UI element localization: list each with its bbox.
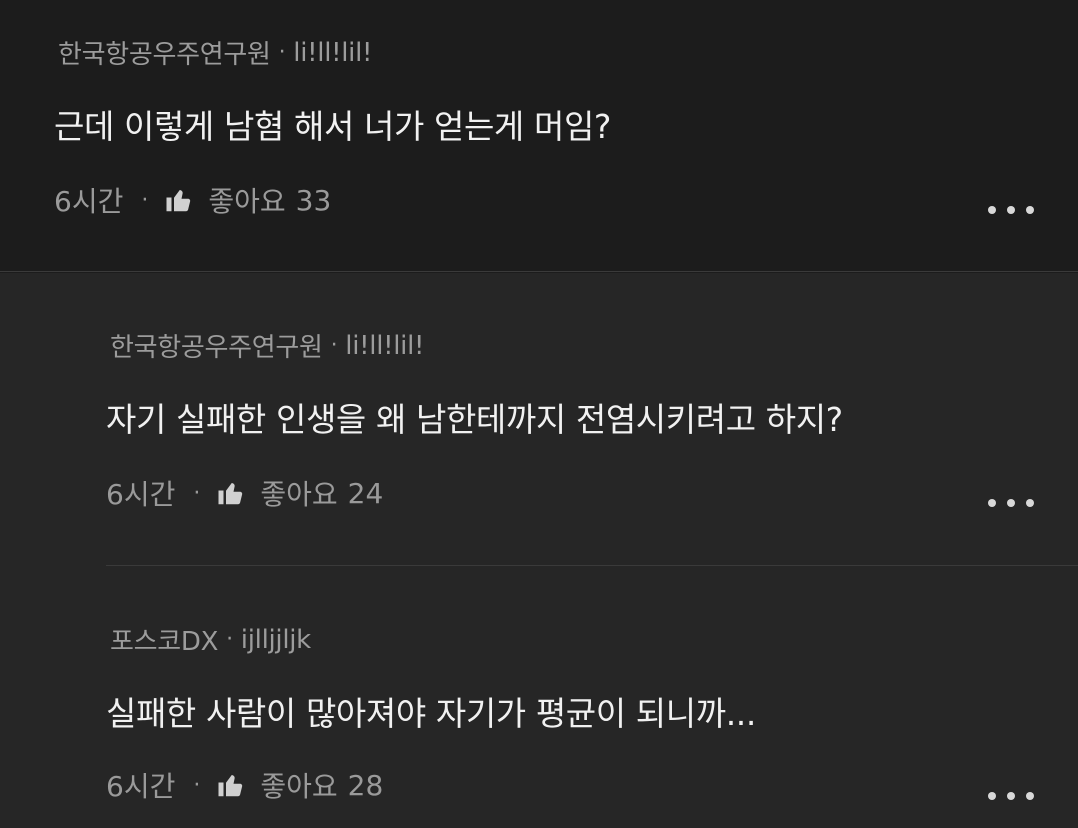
more-options-button[interactable]	[988, 493, 1034, 513]
meta-separator: ·	[193, 772, 201, 798]
like-label: 좋아요	[208, 185, 286, 218]
like-label: 좋아요	[260, 770, 338, 803]
comment-meta: 6시간 · 좋아요 33	[54, 180, 331, 220]
more-dot	[1026, 792, 1034, 800]
reply-meta: 6시간 · 좋아요 24	[106, 473, 383, 513]
reply-body: 실패한 사람이 많아져야 자기가 평균이 되니까...	[106, 694, 756, 733]
meta-separator: ·	[193, 480, 201, 506]
more-dot	[1026, 206, 1034, 214]
author-id: li!ll!lil!	[345, 330, 425, 361]
more-dot	[1007, 499, 1015, 507]
more-options-button[interactable]	[988, 786, 1034, 806]
reply-author-line: 포스코DX · ijlljjljk	[110, 621, 311, 658]
author-name[interactable]: 포스코DX	[110, 621, 218, 658]
reply-meta: 6시간 · 좋아요 28	[106, 765, 383, 805]
more-dot	[988, 792, 996, 800]
reply-author-line: 한국항공우주연구원 · li!ll!lil!	[110, 327, 424, 364]
author-separator: ·	[330, 333, 338, 358]
reply-body: 자기 실패한 인생을 왜 남한테까지 전염시키려고 하지?	[106, 400, 843, 439]
author-name[interactable]: 한국항공우주연구원	[110, 327, 323, 364]
thumbs-up-icon[interactable]	[164, 185, 194, 215]
more-dot	[1026, 499, 1034, 507]
like-count: 28	[347, 768, 384, 802]
more-dot	[988, 206, 996, 214]
author-name[interactable]: 한국항공우주연구원	[58, 34, 271, 71]
like-label: 좋아요	[260, 478, 338, 511]
thumbs-up-icon[interactable]	[216, 770, 246, 800]
author-separator: ·	[226, 627, 233, 652]
like-count: 24	[347, 476, 384, 510]
reply-divider	[106, 565, 1078, 566]
more-dot	[1007, 206, 1015, 214]
more-options-button[interactable]	[988, 200, 1034, 220]
author-separator: ·	[278, 40, 286, 65]
author-id: ijlljjljk	[240, 624, 311, 655]
reply-time: 6시간	[106, 770, 176, 803]
reply-time: 6시간	[106, 478, 176, 511]
meta-separator: ·	[141, 187, 149, 213]
author-id: li!ll!lil!	[293, 37, 373, 68]
comment-author-line: 한국항공우주연구원 · li!ll!lil!	[58, 34, 372, 71]
reply-list: 한국항공우주연구원 · li!ll!lil! 자기 실패한 인생을 왜 남한테까…	[0, 273, 1078, 828]
comment-item: 한국항공우주연구원 · li!ll!lil! 근데 이렇게 남혐 해서 너가 얻…	[0, 0, 1078, 272]
comment-time: 6시간	[54, 185, 124, 218]
more-dot	[988, 499, 996, 507]
comment-body: 근데 이렇게 남혐 해서 너가 얻는게 머임?	[54, 107, 612, 146]
more-dot	[1007, 792, 1015, 800]
thumbs-up-icon[interactable]	[216, 478, 246, 508]
like-count: 33	[295, 183, 332, 217]
